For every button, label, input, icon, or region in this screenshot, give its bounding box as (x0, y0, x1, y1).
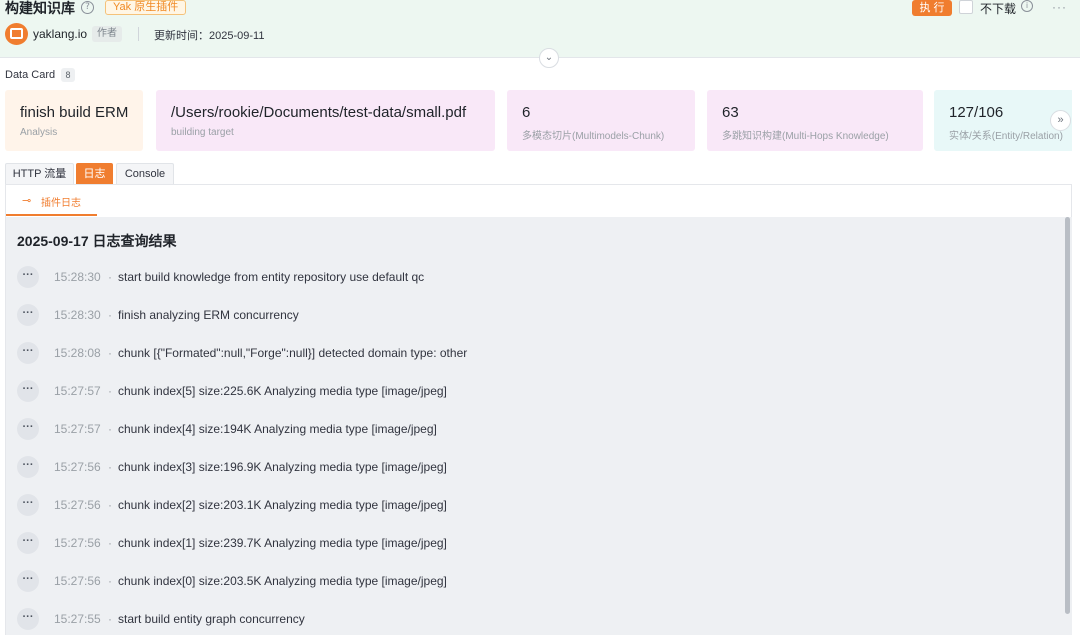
log-time: 15:27:56 (54, 498, 101, 512)
more-dots-icon[interactable]: ··· (17, 494, 39, 516)
data-card-building-target: /Users/rookie/Documents/test-data/small.… (156, 90, 495, 151)
card-value: 63 (722, 104, 739, 121)
card-subtitle: 多模态切片(Multimodels-Chunk) (522, 131, 665, 142)
log-message: chunk index[2] size:203.1K Analyzing med… (118, 498, 447, 512)
log-time: 15:27:57 (54, 422, 101, 436)
log-entry: ··· 15:28:30 · finish analyzing ERM concurr… (17, 304, 1057, 326)
no-download-checkbox[interactable] (959, 0, 973, 14)
log-entry: ··· 15:27:56 · chunk index[3] size:196.9K A… (17, 456, 1057, 478)
log-separator: · (108, 536, 112, 550)
more-dots-icon[interactable]: ··· (17, 342, 39, 364)
avatar (5, 23, 28, 45)
log-entry: ··· 15:27:56 · chunk index[1] size:239.7K A… (17, 532, 1057, 554)
log-time: 15:28:30 (54, 270, 101, 284)
tab-console[interactable]: Console (116, 163, 174, 185)
card-subtitle: Analysis (20, 127, 58, 138)
chevrons-right-icon[interactable]: » (1050, 110, 1071, 131)
data-card-count: 8 (61, 68, 75, 82)
log-separator: · (108, 384, 112, 398)
more-dots-icon[interactable]: ··· (17, 266, 39, 288)
more-dots-icon[interactable]: ··· (17, 608, 39, 630)
log-separator: · (108, 574, 112, 588)
log-entry: ··· 15:28:30 · start build knowledge from e… (17, 266, 1057, 288)
help-icon[interactable]: ? (81, 1, 94, 14)
log-separator: · (108, 498, 112, 512)
divider (138, 27, 139, 41)
more-dots-icon[interactable]: ··· (17, 532, 39, 554)
author-badge: 作者 (92, 26, 122, 42)
log-entry: ··· 15:27:57 · chunk index[5] size:225.6K A… (17, 380, 1057, 402)
more-dots-icon[interactable]: ··· (17, 456, 39, 478)
log-separator: · (108, 346, 112, 360)
plugin-log-icon: ⊸ (22, 195, 32, 207)
log-time: 15:28:08 (54, 346, 101, 360)
log-message: chunk [{"Formated":null,"Forge":null}] d… (118, 346, 468, 360)
update-time: 更新时间：2025-09-11 (154, 30, 265, 42)
log-message: chunk index[1] size:239.7K Analyzing med… (118, 536, 447, 550)
data-card-label: Data Card (5, 69, 56, 81)
log-time: 15:27:57 (54, 384, 101, 398)
card-subtitle: 实体/关系(Entity/Relation) (949, 131, 1063, 142)
log-message: start build entity graph concurrency (118, 612, 305, 626)
card-subtitle: building target (171, 127, 234, 138)
data-card-multihop-knowledge: 63 多跳知识构建(Multi-Hops Knowledge) (707, 90, 923, 151)
no-download-label[interactable]: 不下载 (980, 0, 1016, 17)
card-value: /Users/rookie/Documents/test-data/small.… (171, 104, 467, 121)
log-entry: ··· 15:27:56 · chunk index[0] size:203.5K A… (17, 570, 1057, 592)
tab-plugin-log-label: 插件日志 (41, 198, 81, 209)
more-dots-icon[interactable]: ··· (17, 304, 39, 326)
card-value: finish build ERM (20, 104, 129, 121)
yak-logo-icon (10, 28, 23, 39)
card-subtitle: 多跳知识构建(Multi-Hops Knowledge) (722, 131, 889, 142)
log-message: finish analyzing ERM concurrency (118, 308, 299, 322)
log-time: 15:27:56 (54, 536, 101, 550)
log-message: start build knowledge from entity reposi… (118, 270, 425, 284)
log-separator: · (108, 460, 112, 474)
log-panel: ⊸ 插件日志 2025-09-17 日志查询结果 ··· 15:28:30 · sta… (5, 184, 1072, 635)
data-card-analysis: finish build ERM Analysis (5, 90, 143, 151)
page-title: 构建知识库 (5, 0, 75, 16)
author-name: yaklang.io (33, 27, 88, 41)
more-options-icon[interactable]: ··· (1052, 0, 1067, 14)
log-entry: ··· 15:28:08 · chunk [{"Formated":null,"For… (17, 342, 1057, 364)
info-icon[interactable]: i (1021, 0, 1033, 12)
data-card-list: finish build ERM Analysis /Users/rookie/… (5, 90, 1072, 151)
log-time: 15:27:56 (54, 460, 101, 474)
scrollbar[interactable] (1065, 217, 1070, 614)
log-entry: ··· 15:27:57 · chunk index[4] size:194K Ana… (17, 418, 1057, 440)
log-time: 15:27:55 (54, 612, 101, 626)
log-entry: ··· 15:27:55 · start build entity graph con… (17, 608, 1057, 630)
log-separator: · (108, 308, 112, 322)
log-message: chunk index[4] size:194K Analyzing media… (118, 422, 437, 436)
plugin-type-tag: Yak 原生插件 (105, 0, 187, 15)
more-dots-icon[interactable]: ··· (17, 380, 39, 402)
log-time: 15:28:30 (54, 308, 101, 322)
plugin-header: 构建知识库 ? Yak 原生插件 yaklang.io 作者 更新时间：2025… (0, 0, 1080, 58)
log-time: 15:27:56 (54, 574, 101, 588)
tab-http-traffic[interactable]: HTTP 流量 (5, 163, 74, 185)
log-message: chunk index[3] size:196.9K Analyzing med… (118, 460, 447, 474)
log-separator: · (108, 270, 112, 284)
log-entry: ··· 15:27:56 · chunk index[2] size:203.1K A… (17, 494, 1057, 516)
chevrons-down-icon[interactable]: ⌄ (539, 48, 559, 68)
more-dots-icon[interactable]: ··· (17, 418, 39, 440)
log-separator: · (108, 612, 112, 626)
data-card-multimodel-chunk: 6 多模态切片(Multimodels-Chunk) (507, 90, 695, 151)
log-list[interactable]: 2025-09-17 日志查询结果 ··· 15:28:30 · start buil… (6, 217, 1072, 635)
log-message: chunk index[0] size:203.5K Analyzing med… (118, 574, 447, 588)
card-value: 6 (522, 104, 531, 121)
log-heading: 2025-09-17 日志查询结果 (17, 233, 177, 249)
log-separator: · (108, 422, 112, 436)
log-message: chunk index[5] size:225.6K Analyzing med… (118, 384, 447, 398)
tab-plugin-log[interactable]: ⊸ 插件日志 (6, 185, 97, 216)
execute-button[interactable]: 执 行 (912, 0, 952, 16)
tab-log[interactable]: 日志 (76, 163, 113, 185)
card-value: 127/106 (949, 104, 1004, 121)
more-dots-icon[interactable]: ··· (17, 570, 39, 592)
